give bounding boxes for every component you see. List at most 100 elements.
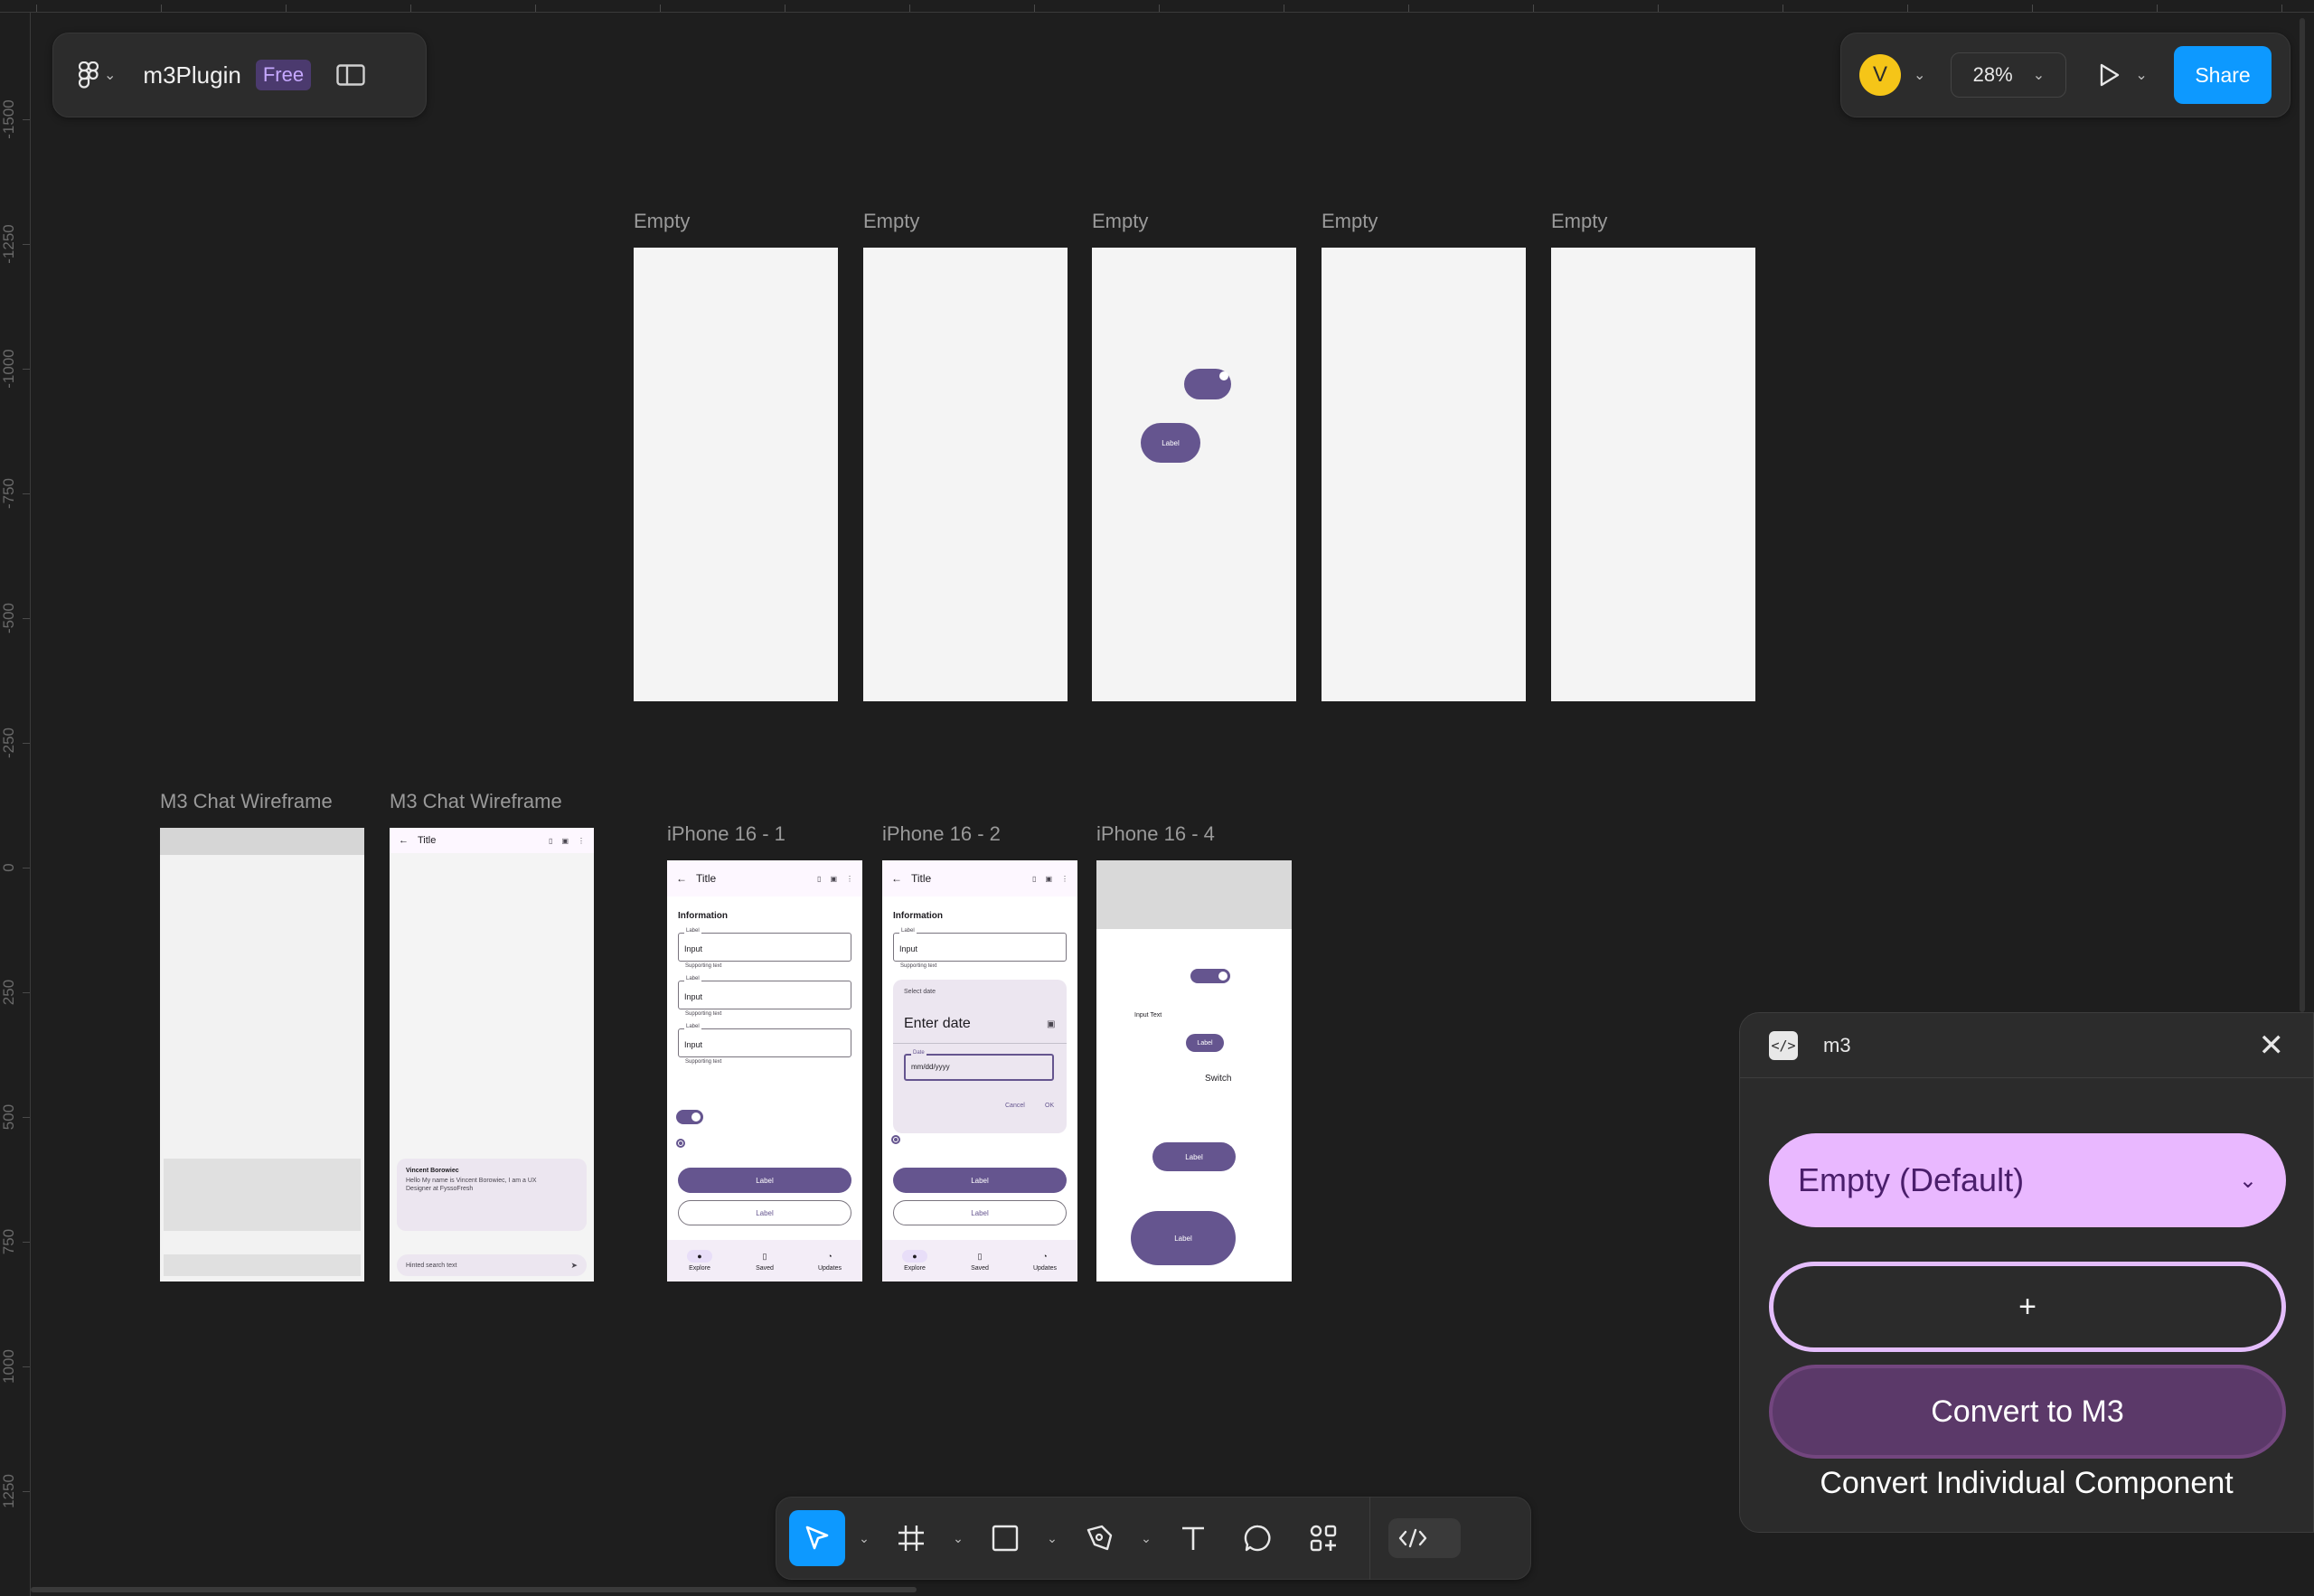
nav-item-saved[interactable]: ▯ Saved [752, 1250, 777, 1272]
frame-label[interactable]: M3 Chat Wireframe [160, 790, 333, 813]
variant-select[interactable]: Empty (Default) ⌄ [1769, 1133, 2286, 1227]
attach-icon[interactable]: ▯ [1032, 875, 1036, 883]
text-tool[interactable] [1165, 1510, 1221, 1566]
close-icon[interactable]: ✕ [2259, 1030, 2285, 1061]
send-icon[interactable]: ➤ [570, 1261, 578, 1271]
convert-individual-component-button[interactable]: Convert Individual Component [1740, 1466, 2313, 1501]
date-input[interactable]: Date mm/dd/yyyy [904, 1050, 1054, 1081]
nav-item-updates[interactable]: ◔ Updates [817, 1250, 842, 1272]
more-vert-icon[interactable]: ⋮ [846, 875, 853, 883]
more-vert-icon[interactable]: ⋮ [1061, 875, 1068, 883]
calendar-icon[interactable]: ▣ [830, 875, 837, 883]
back-arrow-icon[interactable]: ← [891, 872, 902, 885]
cancel-button[interactable]: Cancel [1005, 1103, 1025, 1109]
share-button[interactable]: Share [2174, 46, 2272, 104]
text-field[interactable]: Label Input [678, 976, 851, 1009]
vertical-scrollbar[interactable] [2300, 18, 2305, 1012]
comment-tool[interactable] [1230, 1510, 1286, 1566]
calendar-icon[interactable]: ▣ [1047, 1019, 1055, 1029]
ruler-label: 250 [0, 979, 17, 1006]
move-tool[interactable] [789, 1510, 845, 1566]
components-icon [1310, 1525, 1337, 1552]
outlined-button[interactable]: Label [678, 1200, 851, 1225]
nav-item-updates[interactable]: ◔ Updates [1032, 1250, 1058, 1272]
filled-button[interactable]: Label [678, 1168, 851, 1193]
convert-to-m3-button[interactable]: Convert to M3 [1769, 1365, 2286, 1459]
chevron-down-icon[interactable]: ⌄ [1914, 66, 1925, 84]
dev-mode-toggle[interactable] [1388, 1518, 1461, 1558]
text-field[interactable]: Label Input [678, 1024, 851, 1057]
sidebar-toggle-icon[interactable] [336, 64, 365, 86]
zoom-dropdown[interactable]: 28% ⌄ [1951, 52, 2067, 98]
more-vert-icon[interactable]: ⋮ [578, 837, 585, 845]
plan-badge[interactable]: Free [255, 60, 312, 90]
text-field[interactable]: Label Input [893, 928, 1067, 962]
empty-frame[interactable] [1551, 248, 1755, 701]
chat-wireframe-frame[interactable]: ← Title ▯ ▣ ⋮ Vincent Borowiec Hello My … [390, 828, 594, 1281]
radio-button[interactable] [891, 1135, 900, 1144]
date-picker-dialog[interactable]: Select date Enter date ▣ Date mm/dd/yyyy… [893, 980, 1067, 1133]
back-arrow-icon[interactable]: ← [399, 835, 409, 846]
ruler-label: 1250 [0, 1474, 17, 1508]
label-button-large[interactable]: Label [1131, 1211, 1236, 1265]
nav-item-explore[interactable]: ● Explore [902, 1250, 927, 1272]
present-play-icon[interactable] [2095, 61, 2122, 89]
chat-wireframe-frame[interactable] [160, 828, 364, 1281]
chevron-down-icon[interactable]: ⌄ [1136, 1531, 1156, 1546]
ruler-tick [2032, 5, 2033, 12]
frame-label[interactable]: iPhone 16 - 2 [882, 822, 1001, 846]
avatar[interactable]: V [1859, 54, 1901, 96]
frame-tool[interactable] [883, 1510, 939, 1566]
outlined-button[interactable]: Label [893, 1200, 1067, 1225]
frame-label[interactable]: M3 Chat Wireframe [390, 790, 562, 813]
bell-icon: ◔ [1042, 1252, 1048, 1261]
calendar-icon[interactable]: ▣ [1045, 875, 1052, 883]
figma-menu-button[interactable]: ⌄ [79, 61, 116, 89]
switch-component[interactable] [1190, 969, 1230, 983]
file-name[interactable]: m3Plugin [143, 61, 240, 89]
empty-frame[interactable] [634, 248, 838, 701]
frame-label[interactable]: iPhone 16 - 1 [667, 822, 785, 846]
label-button[interactable]: Label [1152, 1142, 1236, 1171]
actions-tool[interactable] [1295, 1510, 1351, 1566]
attach-icon[interactable]: ▯ [549, 837, 552, 845]
calendar-icon[interactable]: ▣ [561, 837, 569, 845]
frame-label[interactable]: Empty [634, 210, 690, 233]
radio-button[interactable] [676, 1139, 685, 1148]
label-button[interactable]: Label [1186, 1034, 1224, 1052]
label-button[interactable]: Label [1141, 423, 1200, 463]
iphone-frame[interactable]: ← Title ▯ ▣ ⋮ Information Label Input Sup… [882, 860, 1077, 1281]
ruler-tick [410, 5, 411, 12]
back-arrow-icon[interactable]: ← [676, 872, 687, 885]
attach-icon[interactable]: ▯ [817, 875, 821, 883]
chevron-down-icon[interactable]: ⌄ [948, 1531, 968, 1546]
iphone-frame[interactable]: ← Title ▯ ▣ ⋮ Information Label Input Sup… [667, 860, 862, 1281]
dialog-headline: Select date [904, 989, 936, 995]
chat-input[interactable]: Hinted search text ➤ [397, 1254, 587, 1276]
rectangle-tool[interactable] [977, 1510, 1033, 1566]
switch-component[interactable] [676, 1110, 703, 1124]
nav-item-saved[interactable]: ▯ Saved [967, 1250, 992, 1272]
empty-frame[interactable] [1322, 248, 1526, 701]
empty-frame[interactable] [863, 248, 1068, 701]
frame-label[interactable]: Empty [1092, 210, 1148, 233]
horizontal-scrollbar[interactable] [31, 1587, 917, 1592]
input-text-label: Input Text [1134, 1012, 1162, 1019]
frame-label[interactable]: Empty [1322, 210, 1378, 233]
add-button[interactable]: + [1769, 1262, 2286, 1352]
nav-item-explore[interactable]: ● Explore [687, 1250, 712, 1272]
chevron-down-icon[interactable]: ⌄ [854, 1531, 874, 1546]
ok-button[interactable]: OK [1045, 1103, 1054, 1109]
supporting-text: Supporting text [900, 963, 937, 969]
frame-label[interactable]: iPhone 16 - 4 [1096, 822, 1215, 846]
empty-frame[interactable]: Label [1092, 248, 1296, 701]
chevron-down-icon[interactable]: ⌄ [2135, 66, 2147, 84]
frame-label[interactable]: Empty [863, 210, 919, 233]
text-field[interactable]: Label Input [678, 928, 851, 962]
filled-button[interactable]: Label [893, 1168, 1067, 1193]
iphone-frame[interactable]: Input Text Label Switch Label Label [1096, 860, 1292, 1281]
frame-label[interactable]: Empty [1551, 210, 1607, 233]
chevron-down-icon[interactable]: ⌄ [1042, 1531, 1062, 1546]
pen-tool[interactable] [1071, 1510, 1127, 1566]
switch-component[interactable] [1184, 369, 1231, 399]
